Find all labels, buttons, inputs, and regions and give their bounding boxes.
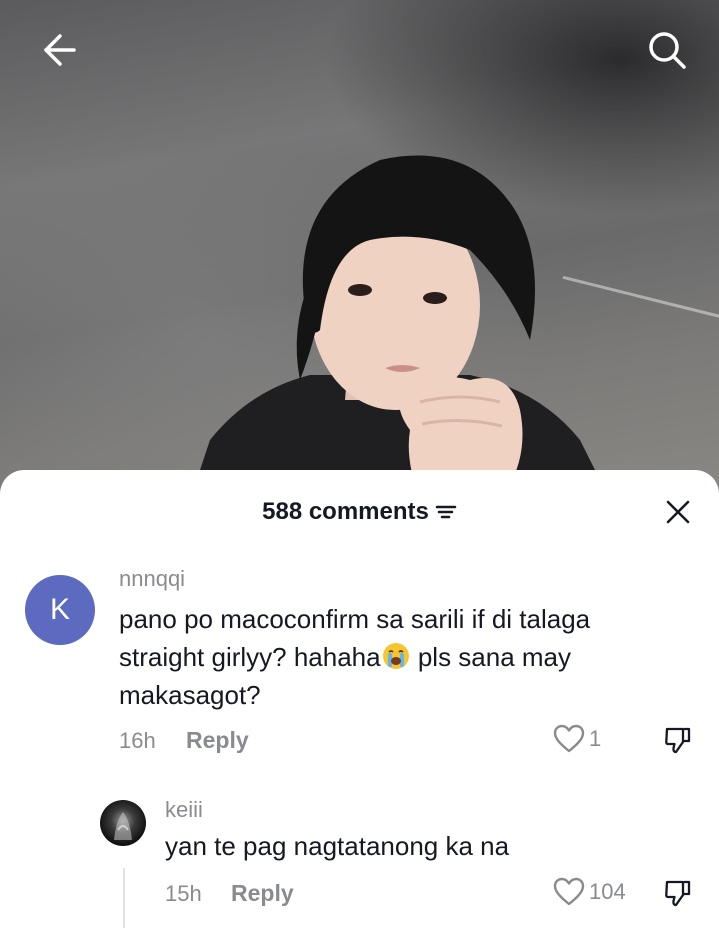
like-button[interactable]: 104 — [553, 877, 626, 907]
comment-username[interactable]: nnnqqi — [119, 566, 185, 592]
comment-text-segment: straight girlyy? hahaha — [119, 642, 381, 672]
like-count: 104 — [589, 879, 626, 904]
like-count: 1 — [589, 726, 602, 751]
search-button[interactable] — [641, 24, 693, 76]
sort-filter-icon[interactable] — [435, 502, 457, 522]
close-icon — [666, 500, 690, 524]
video-player[interactable] — [0, 0, 719, 500]
comment-text-segment: pls sana may — [410, 642, 572, 672]
comments-sheet: 588 comments K nnnqqi pano po macoconfir… — [0, 470, 719, 928]
reply-text: yan te pag nagtatanong ka na — [165, 831, 510, 861]
reply-button[interactable]: Reply — [231, 880, 294, 907]
screen: 588 comments K nnnqqi pano po macoconfir… — [0, 0, 719, 928]
loudly-crying-face-emoji — [382, 643, 409, 669]
heart-icon — [553, 877, 585, 906]
thread-line — [123, 868, 125, 928]
avatar-letter: K — [49, 593, 70, 626]
close-button[interactable] — [660, 494, 696, 530]
search-icon — [649, 32, 686, 69]
comment-text: pano po macoconfirm sa sarili if di tala… — [119, 600, 699, 714]
dislike-button[interactable] — [660, 875, 696, 911]
reply-avatar[interactable] — [100, 800, 146, 846]
comment-text-line: straight girlyy? hahaha pls sana may — [119, 638, 699, 676]
reply-username[interactable]: keiii — [165, 797, 203, 823]
comment-timestamp: 16h — [119, 728, 156, 753]
reply-timestamp: 15h — [165, 881, 202, 906]
comment-count-title: 588 comments — [262, 498, 429, 525]
video-person-image — [190, 155, 610, 500]
heart-icon — [553, 724, 585, 753]
dislike-button[interactable] — [660, 722, 696, 758]
thumbs-down-icon — [665, 727, 691, 754]
avatar-image — [114, 812, 132, 840]
reply-button[interactable]: Reply — [186, 727, 249, 754]
comment-text-line: makasagot? — [119, 680, 261, 710]
arrow-left-icon — [44, 34, 76, 66]
like-button[interactable]: 1 — [553, 724, 601, 754]
comment-text-line: pano po macoconfirm sa sarili if di tala… — [119, 604, 591, 634]
avatar[interactable]: K — [25, 575, 95, 645]
comments-header: 588 comments — [0, 494, 719, 530]
thumbs-down-icon — [665, 880, 691, 907]
back-button[interactable] — [32, 24, 84, 76]
